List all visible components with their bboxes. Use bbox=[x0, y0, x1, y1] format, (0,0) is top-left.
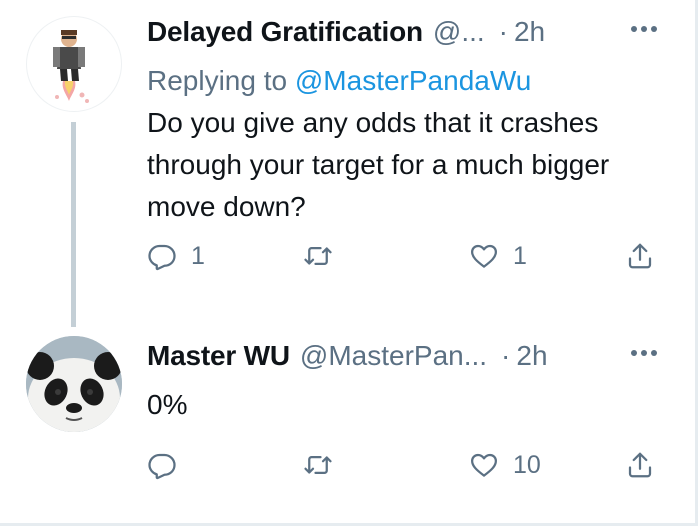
heart-icon bbox=[471, 244, 497, 268]
replying-to-label: Replying to bbox=[147, 65, 288, 96]
thread-connector-line bbox=[71, 122, 76, 327]
reply-button[interactable] bbox=[147, 445, 191, 485]
tweet-text: Do you give any odds that it crashes thr… bbox=[147, 107, 610, 222]
replying-to: Replying to @MasterPandaWu bbox=[147, 60, 665, 102]
like-button[interactable]: 1 bbox=[469, 236, 527, 276]
tweet-delayed-gratification[interactable]: Delayed Gratification @... · 2h Replying… bbox=[0, 0, 695, 330]
tweet-content: Delayed Gratification @... · 2h Replying… bbox=[147, 16, 665, 228]
like-button[interactable]: 10 bbox=[469, 445, 541, 485]
tweet-content: Master WU @MasterPan... · 2h 0% bbox=[147, 340, 665, 426]
share-icon bbox=[628, 243, 652, 269]
share-button[interactable] bbox=[625, 445, 655, 485]
more-dots-icon[interactable] bbox=[631, 350, 657, 356]
like-count: 10 bbox=[513, 450, 541, 479]
tweet-header: Delayed Gratification @... · 2h bbox=[147, 16, 665, 60]
separator-dot: · bbox=[501, 340, 511, 371]
like-count: 1 bbox=[513, 241, 527, 270]
retweet-button[interactable] bbox=[303, 445, 347, 485]
retweet-icon bbox=[304, 456, 332, 474]
tweet-master-wu[interactable]: Master WU @MasterPan... · 2h 0% 10 bbox=[0, 330, 695, 526]
tweet-header: Master WU @MasterPan... · 2h bbox=[147, 340, 665, 384]
user-handle[interactable]: @MasterPan... bbox=[300, 340, 487, 372]
heart-icon bbox=[471, 453, 497, 477]
avatar[interactable] bbox=[26, 336, 122, 432]
reply-count: 1 bbox=[191, 241, 205, 270]
avatar[interactable] bbox=[26, 16, 122, 112]
user-handle[interactable]: @... bbox=[433, 16, 485, 48]
share-icon bbox=[628, 452, 652, 478]
tweet-text: 0% bbox=[147, 389, 188, 420]
share-button[interactable] bbox=[625, 236, 655, 276]
replying-to-mention[interactable]: @MasterPandaWu bbox=[295, 65, 531, 96]
separator-dot: · bbox=[498, 16, 508, 47]
reply-button[interactable]: 1 bbox=[147, 236, 205, 276]
panda-avatar-icon bbox=[26, 336, 122, 432]
tweet-actions: 1 1 bbox=[147, 236, 665, 276]
timestamp[interactable]: 2h bbox=[516, 340, 547, 372]
retweet-button[interactable] bbox=[303, 236, 347, 276]
tweet-thread: Delayed Gratification @... · 2h Replying… bbox=[0, 0, 698, 526]
display-name[interactable]: Master WU bbox=[147, 340, 290, 372]
jetpack-cartoon-avatar-icon bbox=[53, 30, 89, 103]
timestamp[interactable]: 2h bbox=[514, 16, 545, 48]
tweet-actions: 10 bbox=[147, 445, 665, 485]
retweet-icon bbox=[304, 247, 332, 265]
display-name[interactable]: Delayed Gratification bbox=[147, 16, 423, 48]
more-dots-icon[interactable] bbox=[631, 26, 657, 32]
reply-icon bbox=[148, 453, 176, 480]
reply-icon bbox=[148, 244, 176, 271]
